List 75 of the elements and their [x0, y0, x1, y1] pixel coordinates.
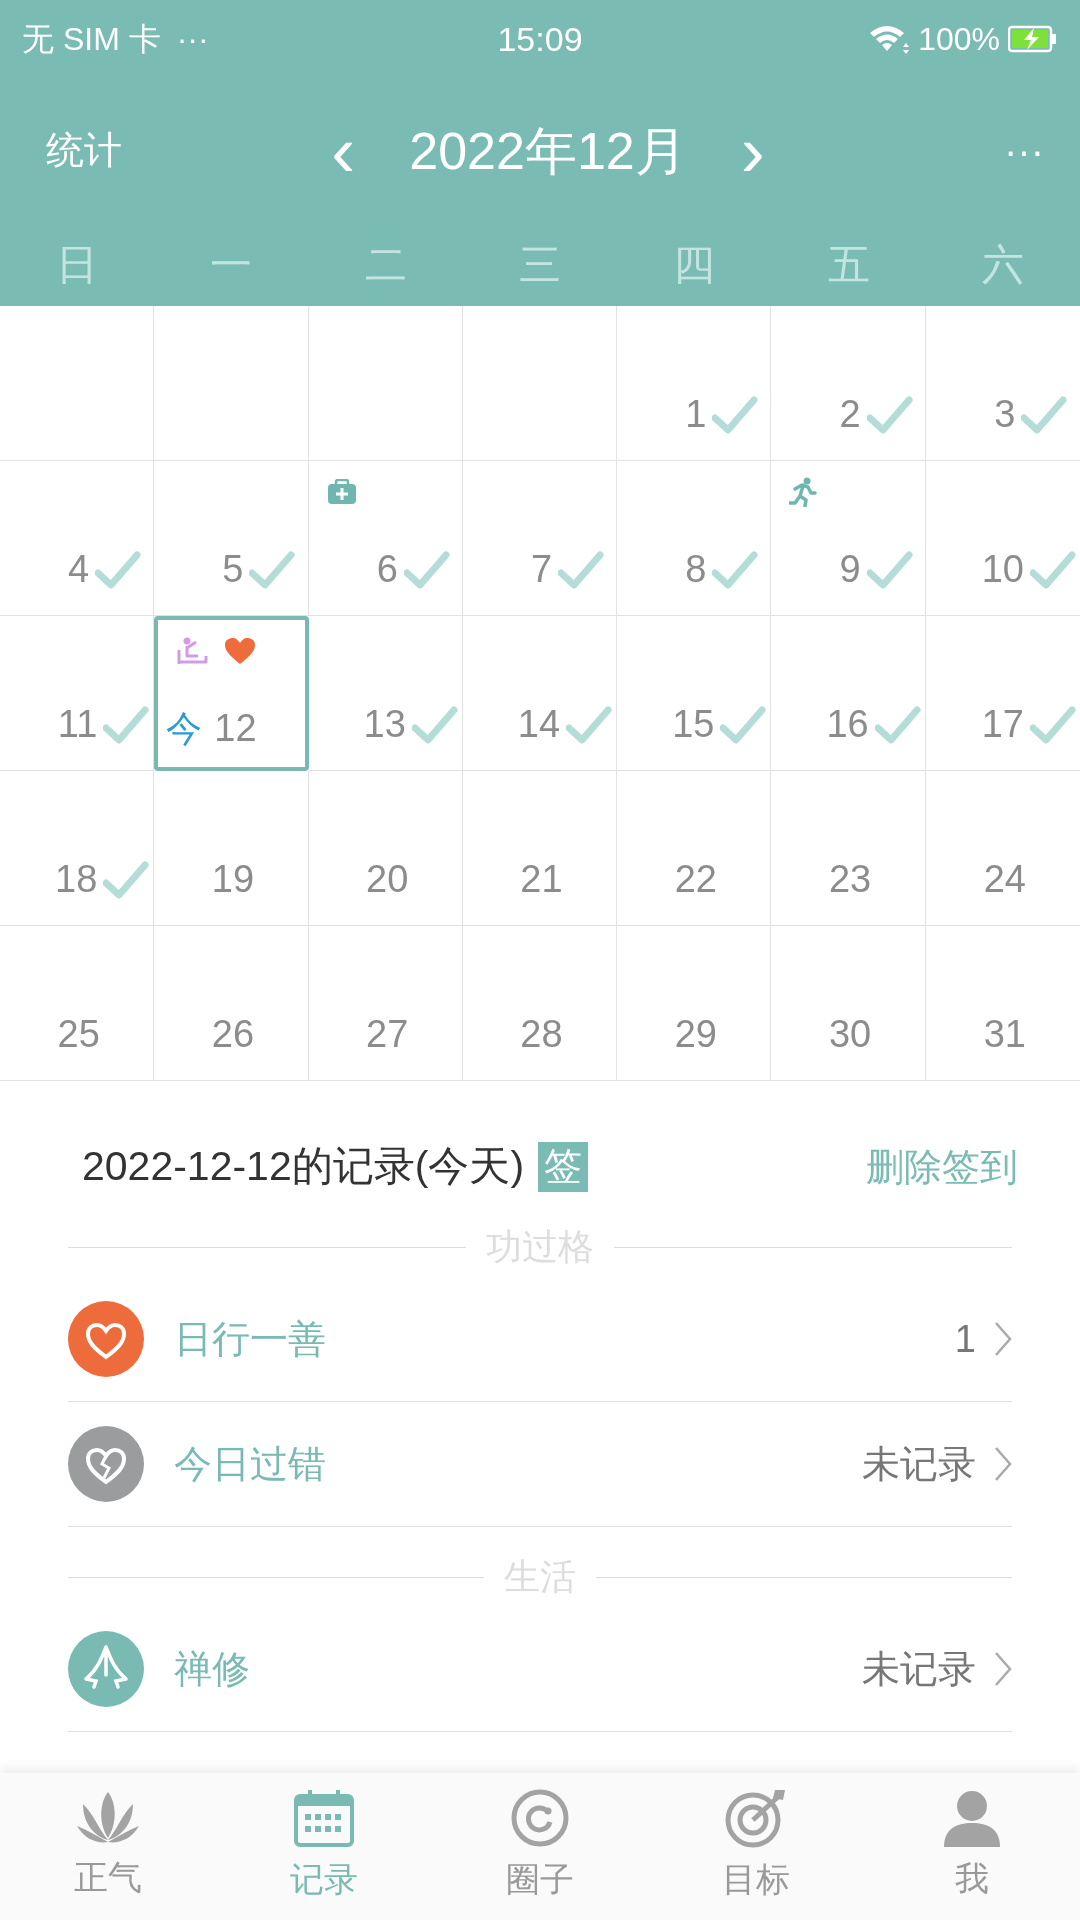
weekday-label: 六 [981, 241, 1024, 288]
delete-checkin-link[interactable]: 删除签到 [866, 1138, 1018, 1196]
day-number[interactable]: 29 [674, 1006, 717, 1063]
day-number[interactable]: 24 [983, 851, 1026, 908]
day-number[interactable]: 8 [685, 541, 707, 598]
chevron-right-icon [994, 1446, 1012, 1482]
record-value: 未记录 [862, 1441, 976, 1487]
record-row[interactable]: 今日过错 未记录 [68, 1402, 1012, 1527]
day-number[interactable]: 28 [520, 1006, 563, 1063]
person-icon [942, 1789, 1002, 1847]
day-number[interactable]: 25 [57, 1006, 100, 1063]
day-number[interactable]: 22 [674, 851, 717, 908]
day-number[interactable]: 13 [363, 696, 406, 753]
carrier-text: 无 SIM 卡 [22, 20, 161, 59]
battery-icon [1008, 25, 1058, 53]
tab-button[interactable]: 正气 [0, 1773, 216, 1920]
tab-button[interactable]: 目标 [648, 1773, 864, 1920]
day-number[interactable]: 18 [55, 851, 98, 908]
day-number[interactable]: 11 [57, 696, 98, 753]
day-number[interactable]: 17 [981, 696, 1024, 753]
record-label: 今日过错 [174, 1441, 326, 1487]
day-number[interactable]: 1 [685, 386, 707, 443]
next-month-button[interactable]: › [734, 114, 771, 187]
day-number[interactable]: 7 [530, 541, 553, 598]
day-number[interactable]: 4 [68, 541, 90, 598]
day-number[interactable]: 20 [366, 851, 409, 908]
tab-button[interactable]: 我 [864, 1773, 1080, 1920]
day-number[interactable]: 6 [376, 541, 398, 598]
statistics-link[interactable]: 统计 [46, 129, 122, 171]
record-row[interactable]: 日行一善 1 [68, 1277, 1012, 1402]
day-number[interactable]: 10 [981, 541, 1024, 598]
weekday-label: 日 [56, 241, 99, 288]
wifi-icon [868, 23, 911, 55]
calendar-icon [293, 1788, 355, 1848]
day-number[interactable]: 2 [839, 386, 861, 443]
status-time: 15:09 [497, 18, 583, 60]
chevron-right-icon [994, 1321, 1012, 1357]
more-menu-button[interactable]: ··· [998, 130, 1050, 171]
day-number[interactable]: 3 [994, 386, 1016, 443]
signed-badge: 签 [538, 1142, 589, 1192]
month-title: 2022年12月 [409, 120, 687, 182]
battery-text: 100% [918, 20, 1000, 59]
day-number[interactable]: 27 [366, 1006, 409, 1063]
day-number[interactable]: 19 [211, 851, 255, 908]
weekday-label: 五 [827, 241, 870, 288]
today-cell[interactable]: 今 12 [154, 616, 309, 771]
day-number: 12 [214, 706, 257, 751]
record-row[interactable]: 禅修 未记录 [68, 1607, 1012, 1732]
day-number[interactable]: 16 [826, 696, 869, 753]
day-number[interactable]: 14 [517, 696, 561, 753]
tab-button[interactable]: 圈子 [432, 1773, 648, 1920]
chevron-right-icon [994, 1651, 1012, 1687]
day-number[interactable]: 15 [672, 696, 715, 753]
weekday-label: 一 [210, 241, 253, 288]
day-number[interactable]: 30 [828, 1006, 872, 1063]
record-value: 未记录 [862, 1646, 976, 1692]
record-value: 1 [954, 1316, 976, 1362]
day-number[interactable]: 5 [222, 541, 244, 598]
record-label: 禅修 [174, 1646, 250, 1692]
tab-button[interactable]: 记录 [216, 1773, 432, 1920]
previous-month-button[interactable]: ‹ [325, 114, 362, 187]
weekday-label: 四 [673, 241, 716, 288]
circle-icon [510, 1788, 570, 1848]
weekday-label: 二 [364, 241, 407, 288]
weekday-label: 三 [519, 241, 561, 288]
day-number[interactable]: 26 [211, 1006, 255, 1063]
record-title: 2022-12-12的记录(今天) [82, 1142, 525, 1192]
record-label: 日行一善 [174, 1316, 326, 1362]
day-number[interactable]: 23 [828, 851, 872, 908]
day-number[interactable]: 21 [520, 851, 563, 908]
day-number[interactable]: 31 [983, 1006, 1026, 1063]
day-number[interactable]: 9 [839, 541, 861, 598]
target-icon [725, 1788, 787, 1848]
today-mark: 今 [166, 707, 203, 749]
more-dots: ··· [176, 20, 209, 59]
